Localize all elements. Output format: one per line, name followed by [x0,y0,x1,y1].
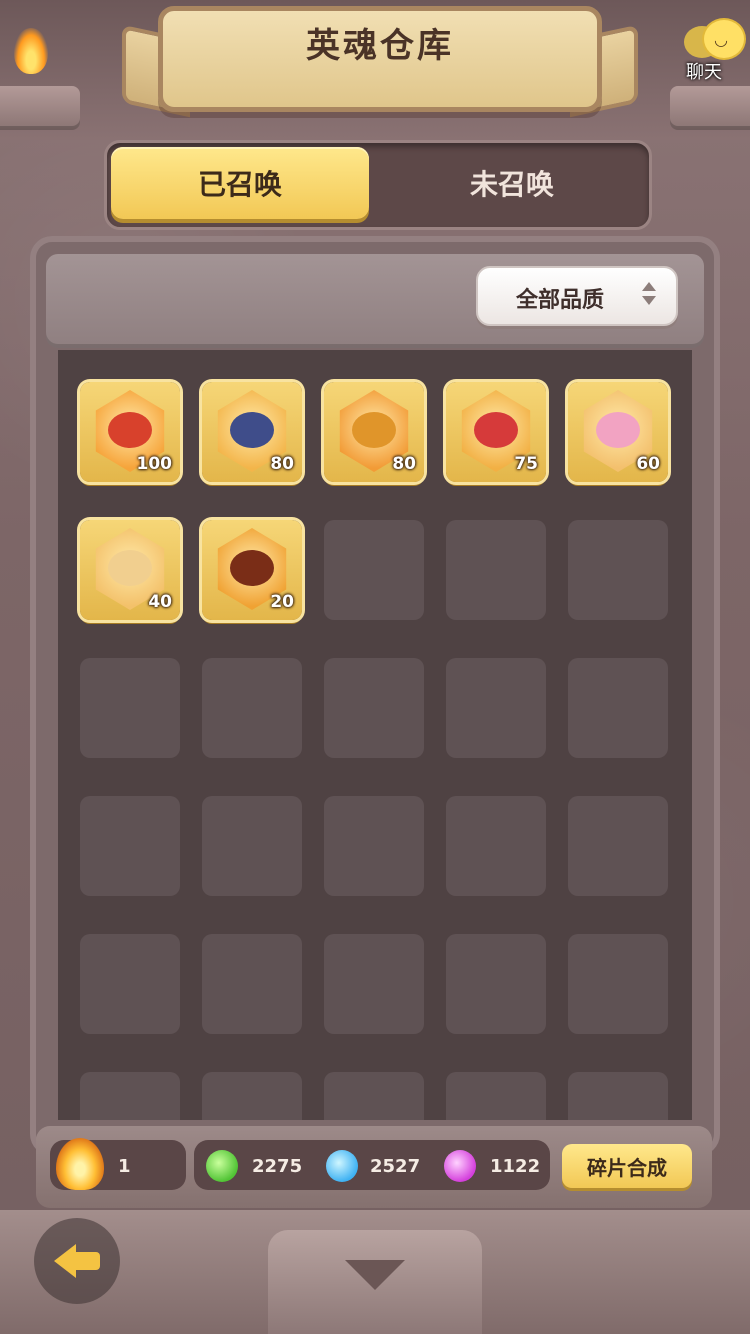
green-soul-icon [206,1150,238,1182]
emblem-triangle-icon [345,1260,405,1290]
hero-soul-card[interactable]: 60 [568,382,668,482]
hero-soul-card[interactable]: 80 [202,382,302,482]
hero-portrait-icon [230,412,274,448]
empty-slot [446,934,546,1034]
fire-soul-icon [56,1138,104,1190]
empty-slot [80,796,180,896]
hero-portrait-icon [108,550,152,586]
empty-slot [446,796,546,896]
smiley-icon: ◡ [714,30,728,49]
hero-soul-count: 40 [148,592,172,612]
hero-portrait-icon [596,412,640,448]
empty-slot [446,658,546,758]
green-count: 2275 [252,1156,303,1177]
empty-slot [80,1072,180,1120]
hero-soul-count: 80 [270,454,294,474]
hero-portrait-icon [230,550,274,586]
back-arrow-icon [54,1244,76,1278]
purple-count: 1122 [490,1156,541,1177]
filter-label: 全部品质 [516,288,605,313]
empty-slot [568,934,668,1034]
hero-soul-card[interactable]: 20 [202,520,302,620]
empty-slot [568,796,668,896]
page-title: 英魂仓库 [306,26,454,66]
hero-soul-count: 80 [392,454,416,474]
hero-soul-card[interactable]: 80 [324,382,424,482]
flame-icon [14,28,48,74]
synthesize-fragments-button[interactable]: 碎片合成 [562,1144,692,1188]
empty-slot [568,1072,668,1120]
empty-slot [324,934,424,1034]
back-arrow-stem [74,1252,100,1270]
empty-slot [202,658,302,758]
chat-label: 聊天 [686,62,722,83]
blue-count: 2527 [370,1156,421,1177]
empty-slot [80,934,180,1034]
chat-icon: ◡ [702,18,746,60]
hero-grid: 100 80 80 75 60 40 20 [80,382,680,1120]
hero-grid-area: 100 80 80 75 60 40 20 [58,350,692,1120]
hero-soul-count: 60 [636,454,660,474]
hero-soul-card[interactable]: 75 [446,382,546,482]
tab-unsummoned[interactable]: 未召唤 [383,147,641,219]
torch-left [0,86,80,130]
purple-soul-icon [444,1150,476,1182]
sort-arrows-icon [642,282,656,308]
empty-slot [324,796,424,896]
back-button[interactable] [34,1218,120,1304]
fire-count: 1 [118,1156,131,1177]
torch-right [670,86,750,130]
tab-bar: 已召唤 未召唤 [104,140,652,230]
empty-slot [446,520,546,620]
hero-portrait-icon [474,412,518,448]
quality-filter-dropdown[interactable]: 全部品质 [476,266,678,326]
hero-portrait-icon [352,412,396,448]
empty-slot [202,796,302,896]
empty-slot [446,1072,546,1120]
empty-slot [80,658,180,758]
hero-soul-card[interactable]: 100 [80,382,180,482]
tab-summoned[interactable]: 已召唤 [111,147,369,219]
empty-slot [202,934,302,1034]
hero-soul-card[interactable]: 40 [80,520,180,620]
empty-slot [324,658,424,758]
hero-soul-count: 75 [514,454,538,474]
hero-soul-count: 100 [136,454,173,474]
empty-slot [324,1072,424,1120]
empty-slot [568,658,668,758]
hero-portrait-icon [108,412,152,448]
chat-button[interactable]: ◡ 聊天 [680,10,746,83]
empty-slot [324,520,424,620]
empty-slot [202,1072,302,1120]
blue-soul-icon [326,1150,358,1182]
empty-slot [568,520,668,620]
hero-soul-count: 20 [270,592,294,612]
